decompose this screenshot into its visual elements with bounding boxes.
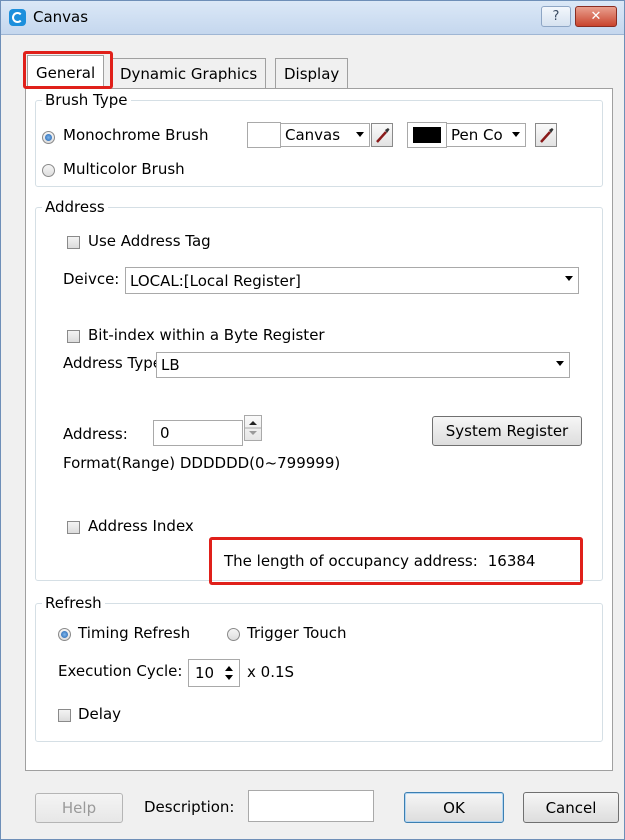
chevron-down-icon bbox=[356, 132, 364, 137]
refresh-legend: Refresh bbox=[45, 594, 102, 612]
tab-label: General bbox=[36, 63, 96, 82]
multicolor-brush-radio[interactable] bbox=[42, 164, 55, 177]
canvas-color-swatch[interactable] bbox=[247, 122, 281, 148]
system-register-label: System Register bbox=[445, 422, 569, 440]
address-label: Address: bbox=[63, 425, 128, 443]
chevron-down-icon bbox=[565, 276, 573, 281]
tab-dynamic-graphics[interactable]: Dynamic Graphics bbox=[111, 58, 267, 88]
address-legend: Address bbox=[45, 198, 105, 216]
description-input[interactable] bbox=[248, 790, 374, 822]
brush-type-legend: Brush Type bbox=[45, 91, 128, 109]
description-label: Description: bbox=[144, 798, 235, 816]
use-address-tag-label: Use Address Tag bbox=[88, 232, 211, 250]
ok-button[interactable]: OK bbox=[404, 792, 504, 823]
occupancy-label: The length of occupancy address: bbox=[224, 552, 478, 570]
bit-index-checkbox[interactable] bbox=[67, 330, 80, 343]
app-icon bbox=[9, 9, 26, 26]
timing-refresh-radio[interactable] bbox=[58, 628, 71, 641]
delay-label: Delay bbox=[78, 705, 122, 723]
tab-general[interactable]: General bbox=[27, 55, 105, 89]
execution-cycle-unit: x 0.1S bbox=[247, 663, 295, 681]
canvas-color-select[interactable]: Canvas bbox=[280, 123, 370, 147]
address-type-value: LB bbox=[161, 356, 180, 374]
occupancy-value: 16384 bbox=[487, 552, 536, 570]
trigger-touch-label: Trigger Touch bbox=[247, 624, 347, 642]
cancel-button[interactable]: Cancel bbox=[523, 792, 619, 823]
address-type-label: Address Type: bbox=[63, 354, 168, 372]
address-value: 0 bbox=[160, 424, 170, 442]
canvas-color-value: Canvas bbox=[285, 126, 341, 144]
address-input[interactable]: 0 bbox=[153, 420, 243, 446]
eyedropper-icon[interactable] bbox=[535, 123, 557, 147]
pen-color-value: Pen Co bbox=[451, 126, 503, 144]
address-index-checkbox[interactable] bbox=[67, 521, 80, 534]
execution-cycle-stepper[interactable]: 10 bbox=[188, 659, 240, 687]
occupancy-highlight-box: The length of occupancy address: 16384 bbox=[209, 537, 583, 585]
cancel-button-label: Cancel bbox=[545, 798, 597, 817]
execution-cycle-label: Execution Cycle: bbox=[58, 662, 183, 680]
address-index-label: Address Index bbox=[88, 517, 194, 535]
pen-color-swatch bbox=[413, 127, 441, 143]
close-icon[interactable]: ✕ bbox=[575, 6, 617, 27]
device-select[interactable]: LOCAL:[Local Register] bbox=[125, 267, 579, 294]
system-register-button[interactable]: System Register bbox=[432, 416, 582, 446]
help-button[interactable]: Help bbox=[35, 793, 123, 823]
general-tab-panel: Brush Type Monochrome Brush Multicolor B… bbox=[25, 88, 613, 771]
window-title: Canvas bbox=[33, 8, 89, 26]
pen-color-swatch-frame[interactable] bbox=[407, 122, 447, 148]
title-bar: Canvas ? ✕ bbox=[1, 1, 624, 35]
tab-label: Display bbox=[284, 64, 340, 83]
multicolor-brush-label: Multicolor Brush bbox=[63, 160, 185, 178]
pen-color-select[interactable]: Pen Co bbox=[446, 123, 526, 147]
address-stepper[interactable] bbox=[244, 415, 262, 441]
tab-label: Dynamic Graphics bbox=[120, 64, 258, 83]
device-label: Deivce: bbox=[63, 270, 120, 288]
help-icon[interactable]: ? bbox=[541, 6, 571, 27]
use-address-tag-checkbox[interactable] bbox=[67, 236, 80, 249]
timing-refresh-label: Timing Refresh bbox=[78, 624, 191, 642]
help-button-label: Help bbox=[61, 799, 97, 817]
chevron-down-icon bbox=[512, 132, 520, 137]
delay-checkbox[interactable] bbox=[58, 709, 71, 722]
address-type-select[interactable]: LB bbox=[156, 352, 570, 378]
format-range-text: Format(Range) DDDDDD(0~799999) bbox=[63, 454, 341, 472]
eyedropper-icon[interactable] bbox=[371, 123, 393, 147]
device-value: LOCAL:[Local Register] bbox=[130, 271, 301, 290]
canvas-dialog: Canvas ? ✕ General Dynamic Graphics Disp… bbox=[0, 0, 625, 840]
spin-arrows-icon bbox=[225, 666, 233, 680]
tab-display[interactable]: Display bbox=[275, 58, 349, 88]
trigger-touch-radio[interactable] bbox=[227, 628, 240, 641]
chevron-down-icon bbox=[556, 361, 564, 366]
execution-cycle-value: 10 bbox=[195, 664, 215, 682]
monochrome-brush-radio[interactable] bbox=[42, 131, 55, 144]
ok-button-label: OK bbox=[443, 798, 465, 817]
monochrome-brush-label: Monochrome Brush bbox=[63, 126, 209, 144]
bit-index-label: Bit-index within a Byte Register bbox=[88, 326, 325, 344]
